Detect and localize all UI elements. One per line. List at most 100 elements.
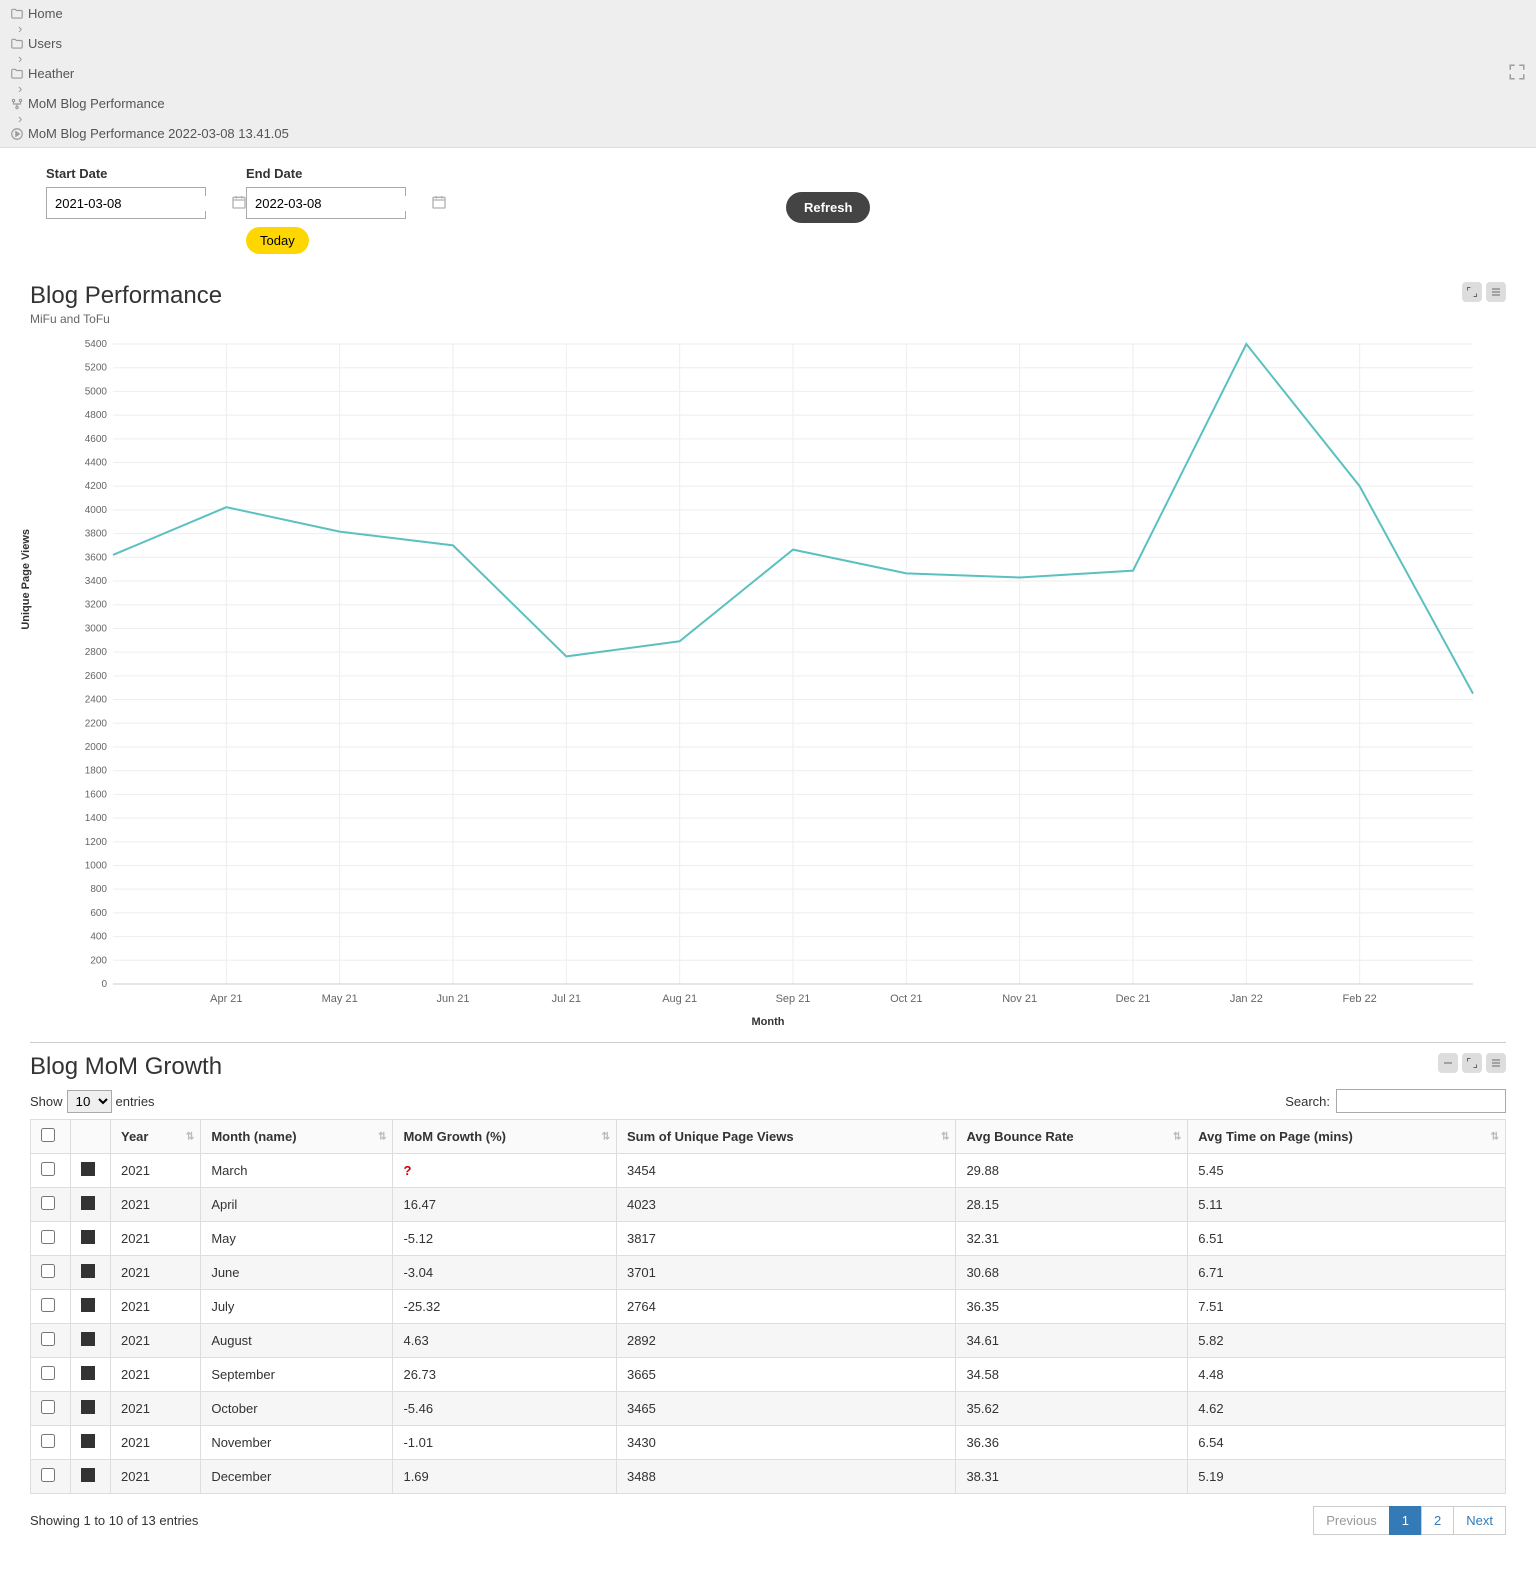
svg-text:Jul 21: Jul 21 [552,993,581,1005]
svg-text:Aug 21: Aug 21 [662,993,697,1005]
row-checkbox[interactable] [41,1332,55,1346]
svg-text:4400: 4400 [85,458,108,469]
column-header[interactable]: Month (name)⇅ [201,1120,393,1154]
svg-text:2800: 2800 [85,647,108,658]
column-header[interactable]: Avg Bounce Rate⇅ [956,1120,1188,1154]
row-checkbox[interactable] [41,1264,55,1278]
row-checkbox[interactable] [41,1230,55,1244]
svg-text:1200: 1200 [85,837,108,848]
select-all-checkbox[interactable] [41,1128,55,1142]
menu-icon[interactable] [1486,1053,1506,1073]
row-marker-icon [81,1366,95,1380]
calendar-icon [431,194,447,213]
svg-text:Feb 22: Feb 22 [1343,993,1377,1005]
pager-page[interactable]: 1 [1389,1506,1422,1535]
row-marker-icon [81,1434,95,1448]
svg-text:5200: 5200 [85,363,108,374]
refresh-button[interactable]: Refresh [786,192,870,223]
pagination: Previous12Next [1314,1506,1506,1535]
svg-text:May 21: May 21 [322,993,358,1005]
row-checkbox[interactable] [41,1400,55,1414]
svg-text:4600: 4600 [85,434,108,445]
table-row: 2021April16.47402328.155.11 [31,1188,1506,1222]
start-date-label: Start Date [46,166,206,181]
column-header[interactable]: MoM Growth (%)⇅ [393,1120,617,1154]
row-marker-icon [81,1298,95,1312]
pager-previous[interactable]: Previous [1313,1506,1390,1535]
menu-icon[interactable] [1486,282,1506,302]
svg-text:Dec 21: Dec 21 [1116,993,1151,1005]
table-row: 2021September26.73366534.584.48 [31,1358,1506,1392]
svg-text:200: 200 [90,955,107,966]
svg-text:3600: 3600 [85,552,108,563]
breadcrumb: Home›Users›Heather›MoM Blog Performance›… [0,0,1536,148]
row-marker-icon [81,1264,95,1278]
svg-text:5000: 5000 [85,386,108,397]
svg-text:4800: 4800 [85,410,108,421]
y-axis-label: Unique Page Views [20,529,32,630]
column-header[interactable]: Year⇅ [111,1120,201,1154]
breadcrumb-item[interactable]: MoM Blog Performance 2022-03-08 13.41.05 [10,126,289,141]
fullscreen-icon[interactable] [1508,63,1526,84]
end-date-input[interactable] [246,187,406,219]
pager-next[interactable]: Next [1453,1506,1506,1535]
svg-text:Nov 21: Nov 21 [1002,993,1037,1005]
svg-text:2200: 2200 [85,718,108,729]
start-date-input[interactable] [46,187,206,219]
svg-text:4000: 4000 [85,505,108,516]
svg-text:3000: 3000 [85,623,108,634]
expand-chart-icon[interactable] [1462,282,1482,302]
today-button[interactable]: Today [246,227,309,254]
row-checkbox[interactable] [41,1162,55,1176]
column-header[interactable]: Sum of Unique Page Views⇅ [616,1120,955,1154]
svg-text:3800: 3800 [85,529,108,540]
row-checkbox[interactable] [41,1434,55,1448]
svg-text:1600: 1600 [85,789,108,800]
svg-text:2000: 2000 [85,742,108,753]
svg-text:1000: 1000 [85,860,108,871]
svg-text:600: 600 [90,908,107,919]
row-checkbox[interactable] [41,1366,55,1380]
row-marker-icon [81,1468,95,1482]
svg-text:2400: 2400 [85,695,108,706]
pager-page[interactable]: 2 [1421,1506,1454,1535]
svg-text:Jun 21: Jun 21 [436,993,469,1005]
growth-title: Blog MoM Growth [30,1053,222,1081]
entries-label: entries [116,1094,155,1109]
chart-subtitle: MiFu and ToFu [30,312,222,326]
breadcrumb-item[interactable]: Heather [10,66,289,81]
entries-select[interactable]: 10 [67,1090,112,1113]
table-row: 2021December1.69348838.315.19 [31,1460,1506,1494]
row-marker-icon [81,1400,95,1414]
breadcrumb-item[interactable]: Users [10,36,289,51]
search-input[interactable] [1336,1089,1506,1113]
table-row: 2021October-5.46346535.624.62 [31,1392,1506,1426]
table-row: 2021August4.63289234.615.82 [31,1324,1506,1358]
growth-table: Year⇅Month (name)⇅MoM Growth (%)⇅Sum of … [30,1119,1506,1494]
row-checkbox[interactable] [41,1468,55,1482]
column-header[interactable]: Avg Time on Page (mins)⇅ [1188,1120,1506,1154]
svg-text:Jan 22: Jan 22 [1230,993,1263,1005]
table-row: 2021July-25.32276436.357.51 [31,1290,1506,1324]
collapse-icon[interactable] [1438,1053,1458,1073]
calendar-icon [231,194,247,213]
table-row: 2021May-5.12381732.316.51 [31,1222,1506,1256]
svg-text:1400: 1400 [85,813,108,824]
line-chart: 0 200 400 600 800 1000 1200 1400 1600 1800 2000 220… [30,334,1506,1014]
row-marker-icon [81,1196,95,1210]
svg-text:400: 400 [90,932,107,943]
end-date-group: End Date Today [246,166,406,254]
start-date-group: Start Date [46,166,206,219]
breadcrumb-item[interactable]: Home [10,6,289,21]
svg-text:3200: 3200 [85,600,108,611]
expand-table-icon[interactable] [1462,1053,1482,1073]
svg-text:3400: 3400 [85,576,108,587]
svg-text:800: 800 [90,884,107,895]
breadcrumb-item[interactable]: MoM Blog Performance [10,96,289,111]
row-marker-icon [81,1230,95,1244]
row-checkbox[interactable] [41,1196,55,1210]
row-checkbox[interactable] [41,1298,55,1312]
svg-text:0: 0 [101,979,107,990]
row-marker-icon [81,1162,95,1176]
svg-text:1800: 1800 [85,766,108,777]
